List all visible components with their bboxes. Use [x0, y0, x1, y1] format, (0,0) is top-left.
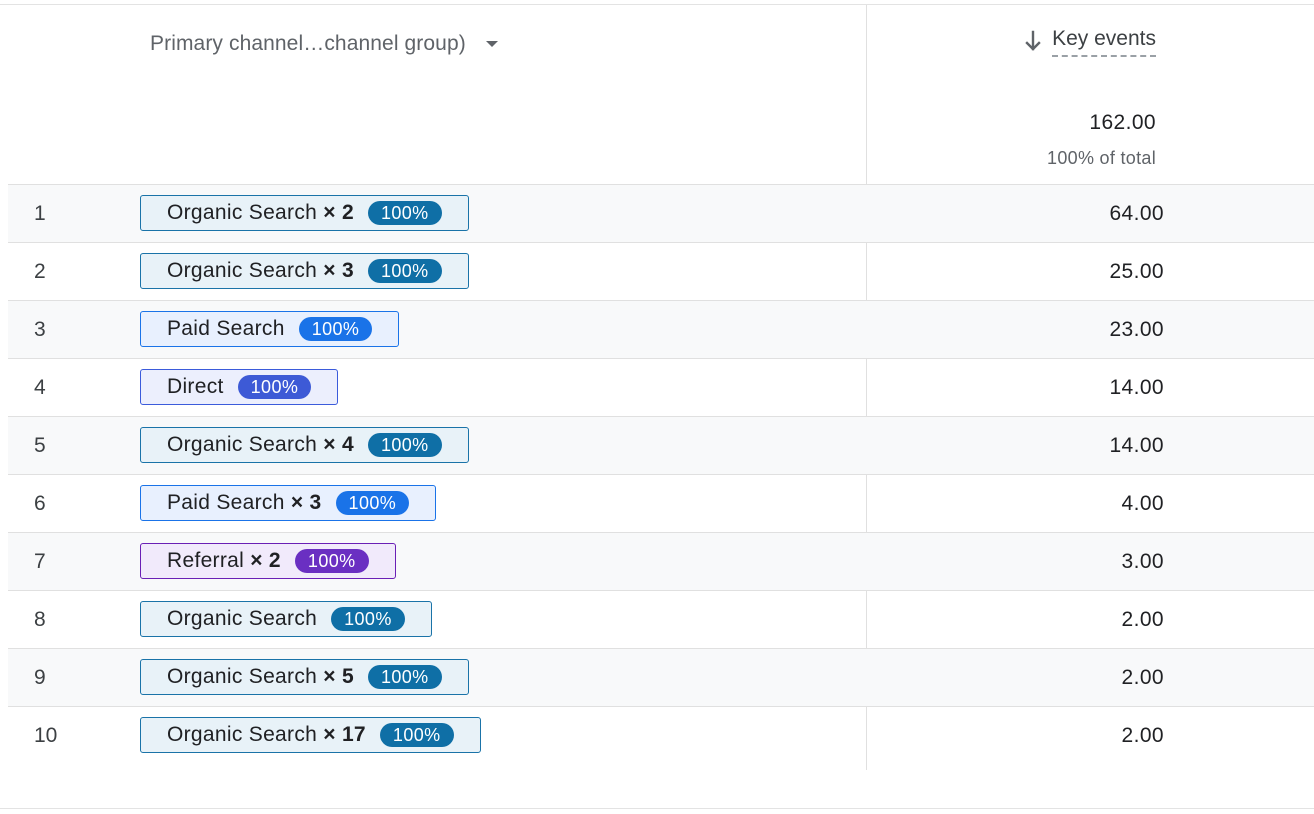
- dimension-column-header[interactable]: Primary channel…channel group): [150, 30, 498, 58]
- row-index: 2: [34, 260, 46, 283]
- row-index: 4: [34, 376, 46, 399]
- channel-multiplier: × 5: [323, 665, 354, 688]
- dropdown-caret-icon[interactable]: [485, 41, 498, 47]
- channel-name: Direct: [167, 375, 224, 398]
- channel-label: Organic Search × 3: [167, 259, 354, 283]
- key-events-value: 2.00: [1121, 666, 1164, 689]
- key-events-column-header[interactable]: Key events: [1024, 27, 1156, 59]
- table-row: 1 Organic Search × 2 100% 64.00: [8, 184, 1314, 242]
- channel-label: Organic Search × 2: [167, 201, 354, 225]
- percent-badge: 100%: [298, 317, 373, 341]
- key-events-value: 2.00: [1121, 724, 1164, 747]
- channel-label: Paid Search × 3: [167, 491, 322, 515]
- channel-name: Organic Search: [167, 665, 318, 688]
- row-index: 5: [34, 434, 46, 457]
- key-events-value: 2.00: [1121, 608, 1164, 631]
- percent-badge: 100%: [294, 549, 369, 573]
- key-events-value: 4.00: [1121, 492, 1164, 515]
- table-row: 9 Organic Search × 5 100% 2.00: [8, 648, 1314, 706]
- channel-name: Organic Search: [167, 433, 318, 456]
- channel-label: Organic Search × 5: [167, 665, 354, 689]
- row-index: 9: [34, 666, 46, 689]
- dimension-header-label: Primary channel…channel group): [150, 32, 466, 55]
- channel-label: Paid Search: [167, 317, 285, 341]
- channel-path-chip[interactable]: Paid Search × 3 100%: [140, 485, 437, 521]
- key-events-header-label: Key events: [1052, 27, 1156, 57]
- key-events-value: 23.00: [1109, 318, 1164, 341]
- row-index: 8: [34, 608, 46, 631]
- table-row: 5 Organic Search × 4 100% 14.00: [8, 416, 1314, 474]
- key-events-value: 64.00: [1109, 202, 1164, 225]
- table-row: 3 Paid Search 100% 23.00: [8, 300, 1314, 358]
- channel-path-chip[interactable]: Organic Search 100%: [140, 601, 432, 637]
- percent-badge: 100%: [335, 491, 410, 515]
- channel-path-chip[interactable]: Organic Search × 5 100%: [140, 659, 469, 695]
- sort-descending-arrow-icon: [1025, 30, 1041, 51]
- row-index: 6: [34, 492, 46, 515]
- key-events-value: 25.00: [1109, 260, 1164, 283]
- table-top-border: [0, 4, 1314, 5]
- row-index: 3: [34, 318, 46, 341]
- channel-label: Organic Search: [167, 607, 317, 631]
- channel-multiplier: × 17: [323, 723, 366, 746]
- channel-name: Organic Search: [167, 201, 318, 224]
- total-percent: 100% of total: [1047, 148, 1156, 168]
- channel-path-chip[interactable]: Organic Search × 4 100%: [140, 427, 469, 463]
- channel-multiplier: × 4: [323, 433, 354, 456]
- channel-path-chip[interactable]: Organic Search × 3 100%: [140, 253, 469, 289]
- table-row: 4 Direct 100% 14.00: [8, 358, 1314, 416]
- channel-name: Paid Search: [167, 317, 285, 340]
- table-row: 8 Organic Search 100% 2.00: [8, 590, 1314, 648]
- channel-path-chip[interactable]: Paid Search 100%: [140, 311, 400, 347]
- percent-badge: 100%: [237, 375, 312, 399]
- table-row: 7 Referral × 2 100% 3.00: [8, 532, 1314, 590]
- channel-name: Referral: [167, 549, 245, 572]
- table-body: 1 Organic Search × 2 100% 64.00 2 Organic Sea…: [8, 184, 1314, 764]
- channel-multiplier: × 3: [290, 491, 322, 514]
- channel-label: Direct: [167, 375, 224, 399]
- channel-name: Organic Search: [167, 607, 318, 630]
- channel-label: Organic Search × 17: [167, 723, 366, 747]
- percent-badge: 100%: [367, 433, 442, 457]
- table-row: 10 Organic Search × 17 100% 2.00: [8, 706, 1314, 764]
- channel-label: Organic Search × 4: [167, 433, 354, 457]
- percent-badge: 100%: [331, 607, 405, 631]
- table-bottom-border: [0, 808, 1314, 809]
- channel-name: Organic Search: [167, 723, 318, 746]
- table-row: 6 Paid Search × 3 100% 4.00: [8, 474, 1314, 532]
- percent-badge: 100%: [367, 259, 442, 283]
- channel-multiplier: × 2: [323, 201, 354, 224]
- channel-name: Organic Search: [167, 259, 318, 282]
- channel-name: Paid Search: [167, 491, 285, 514]
- row-index: 10: [34, 724, 58, 747]
- channel-path-chip[interactable]: Referral × 2 100%: [140, 543, 396, 579]
- row-index: 1: [34, 202, 46, 225]
- channel-multiplier: × 2: [250, 549, 281, 572]
- percent-badge: 100%: [367, 201, 442, 225]
- key-events-value: 14.00: [1109, 376, 1164, 399]
- key-events-value: 3.00: [1121, 550, 1164, 573]
- total-value: 162.00: [1089, 111, 1156, 134]
- percent-badge: 100%: [367, 665, 442, 689]
- key-events-value: 14.00: [1109, 434, 1164, 457]
- channel-multiplier: × 3: [323, 259, 354, 282]
- table-row: 2 Organic Search × 3 100% 25.00: [8, 242, 1314, 300]
- channel-path-chip[interactable]: Organic Search × 17 100%: [140, 717, 481, 753]
- channel-label: Referral × 2: [167, 549, 281, 573]
- channel-path-chip[interactable]: Organic Search × 2 100%: [140, 195, 469, 231]
- channel-path-chip[interactable]: Direct 100%: [140, 369, 339, 405]
- row-index: 7: [34, 550, 46, 573]
- percent-badge: 100%: [379, 723, 454, 747]
